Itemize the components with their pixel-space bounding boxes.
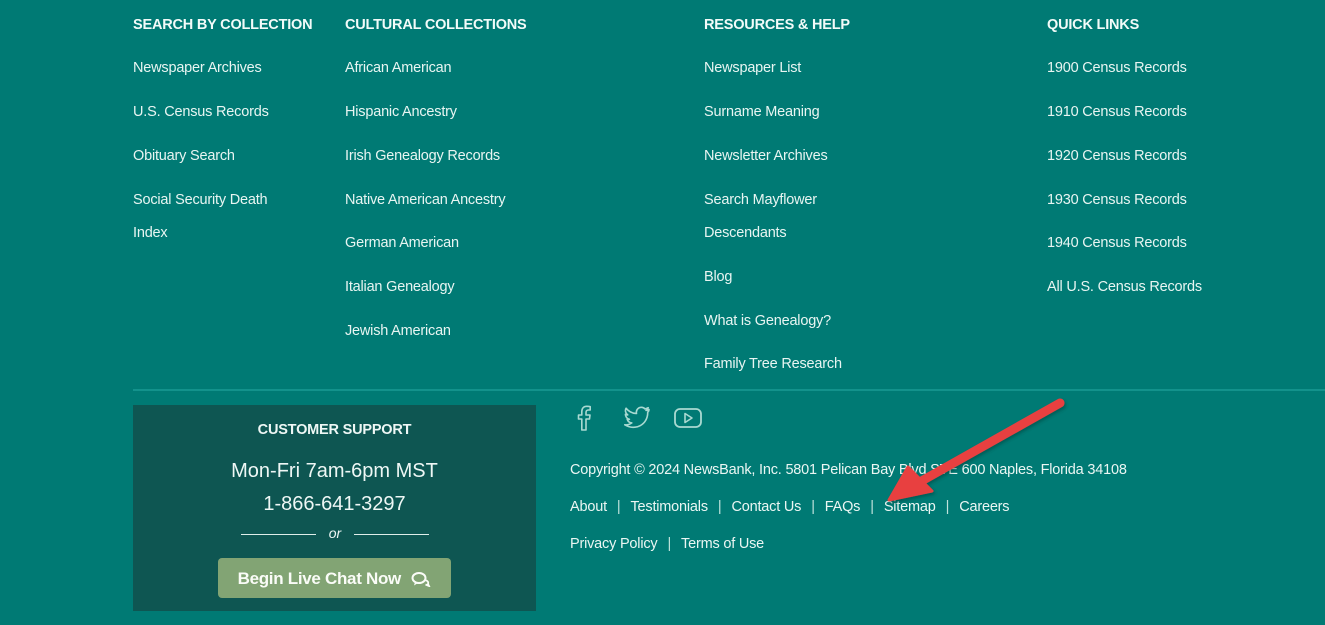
separator: | [870, 499, 874, 515]
link-1920-census[interactable]: 1920 Census Records [1047, 148, 1187, 164]
youtube-icon[interactable] [673, 404, 703, 437]
link-careers[interactable]: Careers [959, 499, 1009, 515]
link-1910-census[interactable]: 1910 Census Records [1047, 104, 1187, 120]
link-irish-genealogy-records[interactable]: Irish Genealogy Records [345, 148, 500, 164]
footer-divider [133, 389, 1325, 391]
footer-links-row-1: About | Testimonials | Contact Us | FAQs | Sitem… [570, 499, 1010, 515]
chat-button-label: Begin Live Chat Now [237, 569, 402, 588]
link-family-tree-research[interactable]: Family Tree Research [704, 356, 842, 372]
column-heading: RESOURCES & HELP [704, 17, 850, 33]
copyright-text: Copyright © 2024 NewsBank, Inc. 5801 Pel… [570, 462, 1127, 478]
separator: | [811, 499, 815, 515]
link-all-us-census[interactable]: All U.S. Census Records [1047, 279, 1202, 295]
link-social-security-death-index-cont[interactable]: Index [133, 225, 168, 241]
link-contact-us[interactable]: Contact Us [731, 499, 801, 515]
link-1930-census[interactable]: 1930 Census Records [1047, 192, 1187, 208]
link-sitemap[interactable]: Sitemap [884, 499, 936, 515]
link-terms-of-use[interactable]: Terms of Use [681, 536, 764, 552]
column-heading: SEARCH BY COLLECTION [133, 17, 313, 33]
link-obituary-search[interactable]: Obituary Search [133, 148, 235, 164]
link-what-is-genealogy[interactable]: What is Genealogy? [704, 313, 831, 329]
link-about[interactable]: About [570, 499, 607, 515]
link-german-american[interactable]: German American [345, 235, 459, 251]
separator: | [945, 499, 950, 515]
column-heading: QUICK LINKS [1047, 17, 1140, 33]
link-testimonials[interactable]: Testimonials [630, 499, 708, 515]
link-native-american-ancestry[interactable]: Native American Ancestry [345, 192, 506, 208]
customer-support-panel: CUSTOMER SUPPORT Mon-Fri 7am-6pm MST 1-8… [133, 405, 536, 611]
separator: | [616, 499, 621, 515]
link-jewish-american[interactable]: Jewish American [345, 323, 451, 339]
support-phone[interactable]: 1-866-641-3297 [133, 493, 536, 516]
separator: | [717, 499, 722, 515]
link-search-mayflower-descendants-cont[interactable]: Descendants [704, 225, 787, 241]
link-search-mayflower-descendants[interactable]: Search Mayflower [704, 192, 817, 208]
separator: | [667, 536, 672, 552]
link-african-american[interactable]: African American [345, 60, 452, 76]
link-newspaper-archives[interactable]: Newspaper Archives [133, 60, 262, 76]
link-hispanic-ancestry[interactable]: Hispanic Ancestry [345, 104, 457, 120]
link-us-census-records[interactable]: U.S. Census Records [133, 104, 269, 120]
link-1900-census[interactable]: 1900 Census Records [1047, 60, 1187, 76]
support-title: CUSTOMER SUPPORT [257, 422, 412, 438]
column-heading: CULTURAL COLLECTIONS [345, 17, 527, 33]
separator-line-right [354, 534, 429, 535]
link-blog[interactable]: Blog [704, 269, 732, 285]
link-italian-genealogy[interactable]: Italian Genealogy [345, 279, 455, 295]
footer-links-row-2: Privacy Policy | Terms of Use [570, 536, 764, 552]
link-social-security-death-index[interactable]: Social Security Death [133, 192, 268, 208]
twitter-icon[interactable] [622, 404, 652, 437]
link-surname-meaning[interactable]: Surname Meaning [704, 104, 820, 120]
chat-bubbles-icon [411, 572, 432, 588]
or-separator: or [241, 525, 429, 543]
link-newsletter-archives[interactable]: Newsletter Archives [704, 148, 828, 164]
facebook-icon[interactable] [574, 404, 594, 437]
or-text: or [328, 525, 342, 541]
link-1940-census[interactable]: 1940 Census Records [1047, 235, 1187, 251]
link-privacy-policy[interactable]: Privacy Policy [570, 536, 658, 552]
link-faqs[interactable]: FAQs [825, 499, 861, 515]
begin-live-chat-button[interactable]: Begin Live Chat Now [218, 558, 451, 598]
support-hours: Mon-Fri 7am-6pm MST [231, 460, 438, 482]
link-newspaper-list[interactable]: Newspaper List [704, 60, 801, 76]
